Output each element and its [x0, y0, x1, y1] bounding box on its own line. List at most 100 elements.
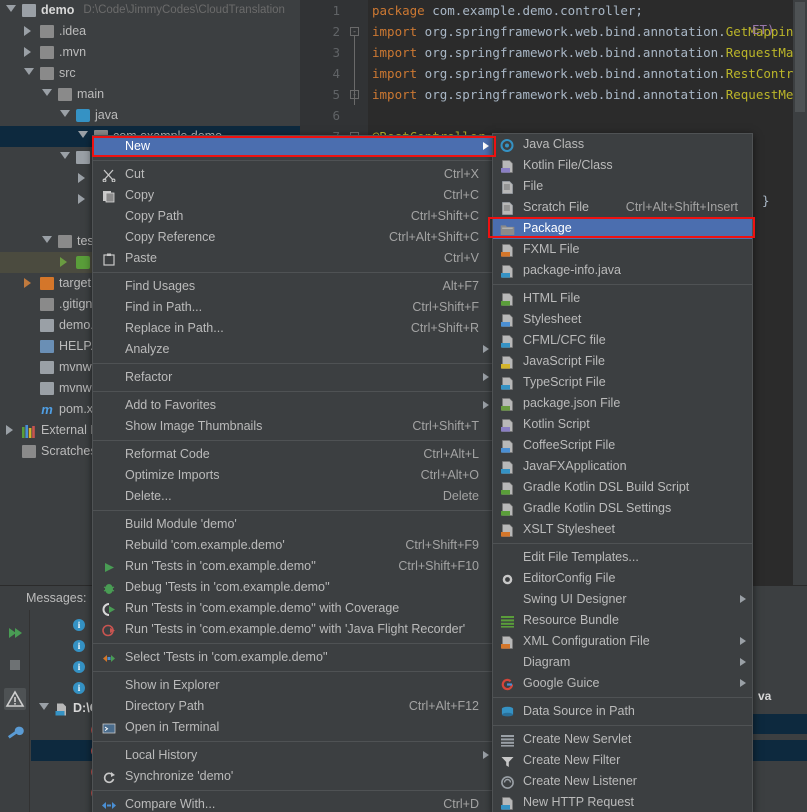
- settings-wrench-icon[interactable]: [4, 722, 26, 744]
- new-menu-item-package-info-java[interactable]: package-info.java: [493, 260, 752, 281]
- menu-item-find-in-path[interactable]: Find in Path... Ctrl+Shift+F: [93, 297, 495, 318]
- chevron-down-icon[interactable]: [24, 68, 34, 78]
- chevron-right-icon[interactable]: [24, 26, 34, 36]
- menu-item-analyze[interactable]: Analyze: [93, 339, 495, 360]
- menu-item-find-usages[interactable]: Find Usages Alt+F7: [93, 276, 495, 297]
- chevron-right-icon[interactable]: [78, 173, 88, 183]
- project-context-menu[interactable]: New Cut Ctrl+X Copy Ctrl+C Copy Path Ctrl+Shif…: [92, 135, 496, 812]
- chevron-down-icon[interactable]: [6, 5, 16, 15]
- new-menu-item-diagram[interactable]: Diagram: [493, 652, 752, 673]
- menu-item-build-module-demo[interactable]: Build Module 'demo': [93, 514, 495, 535]
- new-menu-item-file[interactable]: File: [493, 176, 752, 197]
- new-menu-item-swing-ui-designer[interactable]: Swing UI Designer: [493, 589, 752, 610]
- new-menu-item-package-json-file[interactable]: package.json File: [493, 393, 752, 414]
- menu-separator: [93, 440, 495, 441]
- new-menu-item-gradle-kotlin-dsl-settings[interactable]: Gradle Kotlin DSL Settings: [493, 498, 752, 519]
- chevron-right-icon[interactable]: [24, 278, 34, 288]
- chevron-right-icon[interactable]: [78, 194, 88, 204]
- new-menu-item-google-guice[interactable]: Google Guice: [493, 673, 752, 694]
- new-menu-item-create-new-filter[interactable]: Create New Filter: [493, 750, 752, 771]
- new-menu-item-coffeescript-file[interactable]: CoffeeScript File: [493, 435, 752, 456]
- new-menu-item-package[interactable]: Package: [493, 218, 752, 239]
- new-menu-item-edit-file-templates[interactable]: Edit File Templates...: [493, 547, 752, 568]
- menu-item-rebuild-com-example-demo[interactable]: Rebuild 'com.example.demo' Ctrl+Shift+F9: [93, 535, 495, 556]
- menu-item-new[interactable]: New: [93, 136, 495, 157]
- java-file-icon: [55, 702, 68, 716]
- messages-toolbar[interactable]: [0, 610, 30, 812]
- menu-item-open-in-terminal[interactable]: Open in Terminal: [93, 717, 495, 738]
- line-number: 1: [332, 3, 340, 18]
- new-submenu[interactable]: Java Class Kotlin File/Class File Scratch F…: [492, 133, 753, 812]
- chevron-down-icon[interactable]: [60, 152, 70, 162]
- chevron-down-icon[interactable]: [42, 236, 52, 246]
- new-menu-item-xml-configuration-file[interactable]: XML Configuration File: [493, 631, 752, 652]
- menu-item-paste[interactable]: Paste Ctrl+V: [93, 248, 495, 269]
- chevron-right-icon[interactable]: [60, 257, 70, 267]
- tree-row-java[interactable]: java: [0, 105, 300, 126]
- menu-separator: [93, 671, 495, 672]
- chevron-down-icon[interactable]: [78, 131, 88, 141]
- new-menu-item-cfml-cfc-file[interactable]: CFML/CFC file: [493, 330, 752, 351]
- rerun-icon[interactable]: [4, 622, 26, 644]
- menu-item-copy[interactable]: Copy Ctrl+C: [93, 185, 495, 206]
- new-menu-item-create-new-listener[interactable]: Create New Listener: [493, 771, 752, 792]
- menu-item-cut[interactable]: Cut Ctrl+X: [93, 164, 495, 185]
- new-menu-item-scratch-file[interactable]: Scratch File Ctrl+Alt+Shift+Insert: [493, 197, 752, 218]
- new-menu-item-create-new-servlet[interactable]: Create New Servlet: [493, 729, 752, 750]
- menu-item-compare-with[interactable]: Compare With... Ctrl+D: [93, 794, 495, 812]
- menu-item-delete[interactable]: Delete... Delete: [93, 486, 495, 507]
- new-menu-item-kotlin-file-class[interactable]: Kotlin File/Class: [493, 155, 752, 176]
- menu-item-add-to-favorites[interactable]: Add to Favorites: [93, 395, 495, 416]
- new-menu-item-label: Edit File Templates...: [523, 550, 639, 564]
- tree-row-label: target: [59, 276, 91, 290]
- coverage-icon: [102, 602, 116, 616]
- new-menu-item-java-class[interactable]: Java Class: [493, 134, 752, 155]
- new-menu-item-stylesheet[interactable]: Stylesheet: [493, 309, 752, 330]
- chevron-down-icon[interactable]: [60, 110, 70, 120]
- menu-item-local-history[interactable]: Local History: [93, 745, 495, 766]
- project-path-label: D:\Code\JimmyCodes\CloudTranslation: [83, 4, 285, 16]
- chevron-down-icon[interactable]: [42, 89, 52, 99]
- menu-item-refactor[interactable]: Refactor: [93, 367, 495, 388]
- new-menu-item-data-source-in-path[interactable]: Data Source in Path: [493, 701, 752, 722]
- new-menu-item-resource-bundle[interactable]: Resource Bundle: [493, 610, 752, 631]
- new-menu-item-new-http-request[interactable]: New HTTP Request: [493, 792, 752, 812]
- new-menu-item-editorconfig-file[interactable]: EditorConfig File: [493, 568, 752, 589]
- editor-scrollbar-thumb[interactable]: [795, 2, 805, 112]
- menu-item-run-tests-in-com-example-demo[interactable]: Run 'Tests in 'com.example.demo'' Ctrl+Sh…: [93, 556, 495, 577]
- tree-row-main[interactable]: main: [0, 84, 300, 105]
- line-number: 3: [332, 45, 340, 60]
- warnings-icon[interactable]: [4, 688, 26, 710]
- menu-item-copy-path[interactable]: Copy Path Ctrl+Shift+C: [93, 206, 495, 227]
- menu-item-show-image-thumbnails[interactable]: Show Image Thumbnails Ctrl+Shift+T: [93, 416, 495, 437]
- stop-icon[interactable]: [4, 654, 26, 676]
- new-menu-item-typescript-file[interactable]: TypeScript File: [493, 372, 752, 393]
- new-menu-item-html-file[interactable]: HTML File: [493, 288, 752, 309]
- menu-item-run-tests-in-com-example-demo-with-coverage[interactable]: Run 'Tests in 'com.example.demo'' with C…: [93, 598, 495, 619]
- menu-item-select-tests-in-com-example-demo[interactable]: Select 'Tests in 'com.example.demo'': [93, 647, 495, 668]
- menu-item-reformat-code[interactable]: Reformat Code Ctrl+Alt+L: [93, 444, 495, 465]
- new-menu-item-fxml-file[interactable]: FXML File: [493, 239, 752, 260]
- new-menu-item-gradle-kotlin-dsl-build-script[interactable]: Gradle Kotlin DSL Build Script: [493, 477, 752, 498]
- menu-item-run-tests-in-com-example-demo-with-java-flight-recorder[interactable]: Run 'Tests in 'com.example.demo'' with '…: [93, 619, 495, 640]
- menu-item-debug-tests-in-com-example-demo[interactable]: Debug 'Tests in 'com.example.demo'': [93, 577, 495, 598]
- new-menu-item-kotlin-script[interactable]: Kotlin Script: [493, 414, 752, 435]
- tree-row--idea[interactable]: .idea: [0, 21, 300, 42]
- tree-row--mvn[interactable]: .mvn: [0, 42, 300, 63]
- new-menu-item-xslt-stylesheet[interactable]: XSLT Stylesheet: [493, 519, 752, 540]
- menu-item-show-in-explorer[interactable]: Show in Explorer: [93, 675, 495, 696]
- folder-blue-icon: [76, 109, 90, 122]
- menu-item-synchronize-demo[interactable]: Synchronize 'demo': [93, 766, 495, 787]
- tree-row-demo[interactable]: demo D:\Code\JimmyCodes\CloudTranslation: [0, 0, 300, 21]
- chevron-right-icon[interactable]: [6, 425, 16, 435]
- tree-row-src[interactable]: src: [0, 63, 300, 84]
- menu-item-replace-in-path[interactable]: Replace in Path... Ctrl+Shift+R: [93, 318, 495, 339]
- menu-item-copy-reference[interactable]: Copy Reference Ctrl+Alt+Shift+C: [93, 227, 495, 248]
- menu-item-directory-path[interactable]: Directory Path Ctrl+Alt+F12: [93, 696, 495, 717]
- menu-item-optimize-imports[interactable]: Optimize Imports Ctrl+Alt+O: [93, 465, 495, 486]
- chevron-down-icon[interactable]: [39, 703, 49, 713]
- chevron-right-icon[interactable]: [24, 47, 34, 57]
- new-menu-item-javascript-file[interactable]: JavaScript File: [493, 351, 752, 372]
- menu-separator: [93, 510, 495, 511]
- new-menu-item-javafxapplication[interactable]: JavaFXApplication: [493, 456, 752, 477]
